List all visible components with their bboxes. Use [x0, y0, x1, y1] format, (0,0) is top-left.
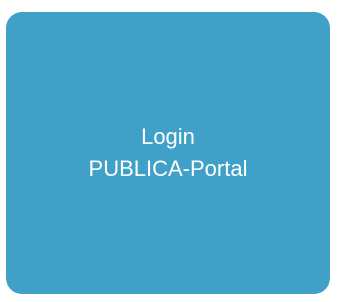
tile-label-portal: PUBLICA-Portal — [88, 156, 248, 181]
tile-label-login: Login — [141, 124, 195, 149]
login-publica-portal-tile[interactable]: Login PUBLICA-Portal — [6, 12, 330, 294]
